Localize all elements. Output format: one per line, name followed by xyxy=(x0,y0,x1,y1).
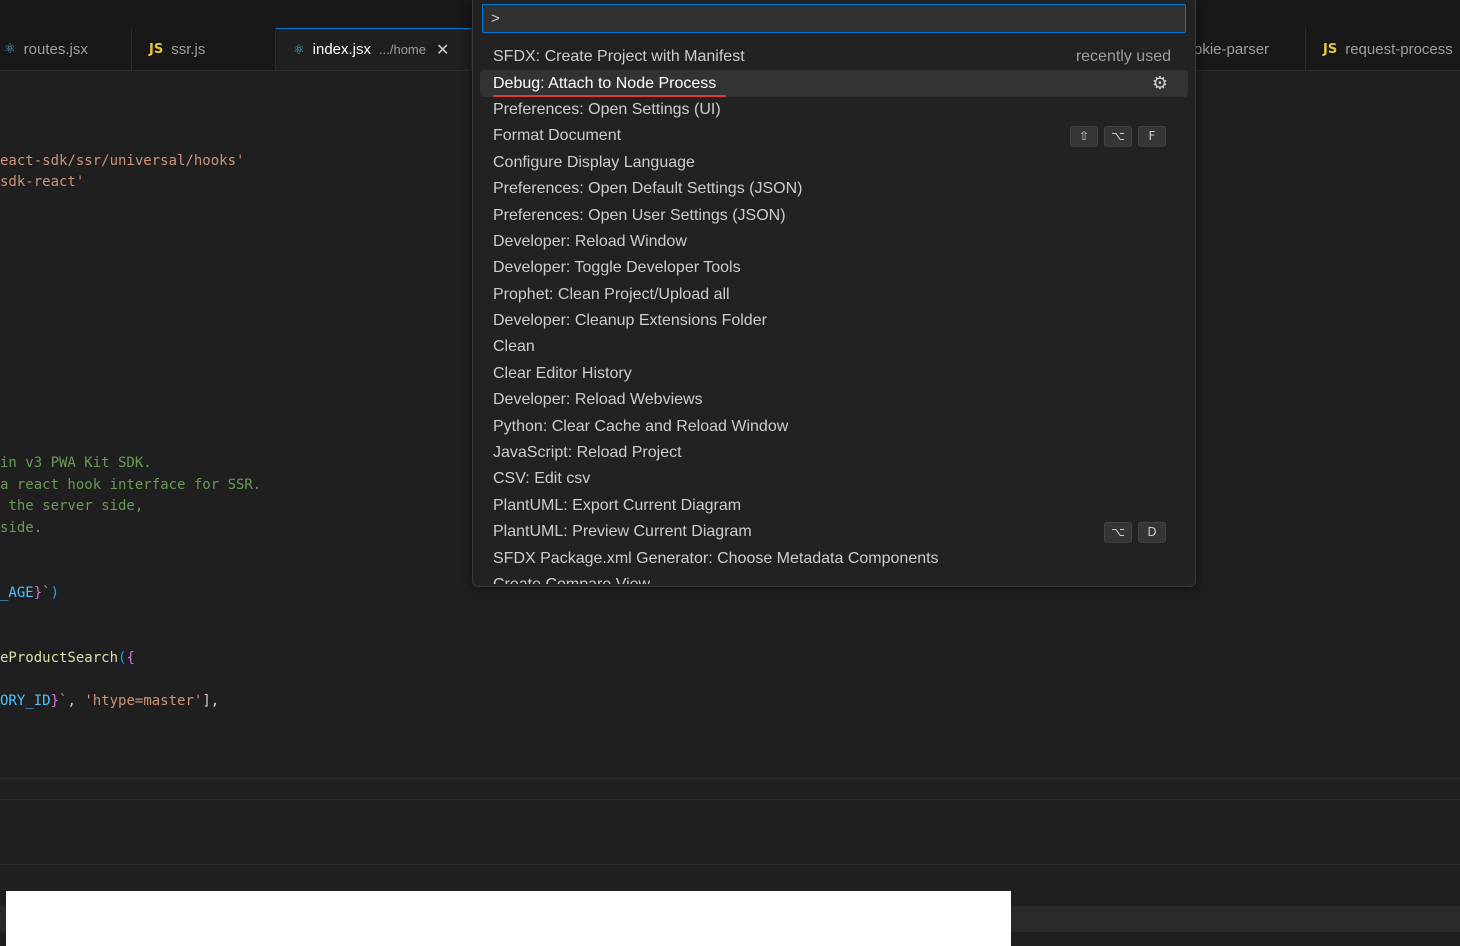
code-token: 'htype=master' xyxy=(84,693,203,709)
command-label: Format Document xyxy=(493,127,622,145)
code-line: eProductSearch({ xyxy=(0,650,135,666)
command-item[interactable]: Developer: Cleanup Extensions Folder xyxy=(480,308,1188,334)
tab-index-jsx[interactable]: ⚛ index.jsx .../home ✕ xyxy=(276,28,472,70)
command-palette-input[interactable] xyxy=(482,4,1186,33)
code-token: , xyxy=(67,693,85,709)
code-token: } xyxy=(33,585,43,601)
command-item[interactable]: PlantUML: Export Current Diagram xyxy=(480,493,1188,519)
code-comment-line: in v3 PWA Kit SDK. xyxy=(0,455,152,471)
command-label: Python: Clear Cache and Reload Window xyxy=(493,417,789,435)
command-item[interactable]: Python: Clear Cache and Reload Window xyxy=(480,413,1188,439)
command-item[interactable]: CSV: Edit csv xyxy=(480,466,1188,492)
command-label: Clear Editor History xyxy=(493,364,632,382)
code-token: ], xyxy=(202,693,220,709)
command-label: Developer: Reload Webviews xyxy=(493,391,703,409)
overlay-box xyxy=(6,891,1011,946)
command-label: PlantUML: Export Current Diagram xyxy=(493,496,742,514)
code-token: _AGE xyxy=(0,585,34,601)
command-item[interactable]: Format Document ⇧ ⌥ F xyxy=(480,123,1188,149)
key-shift: ⇧ xyxy=(1070,125,1098,147)
command-label: PlantUML: Preview Current Diagram xyxy=(493,523,752,541)
code-token: ORY_ID xyxy=(0,693,51,709)
command-item[interactable]: Prophet: Clean Project/Upload all xyxy=(480,282,1188,308)
command-list: SFDX: Create Project with Manifest recen… xyxy=(480,44,1188,584)
code-token: } xyxy=(50,693,60,709)
react-icon: ⚛ xyxy=(4,41,16,56)
command-palette: SFDX: Create Project with Manifest recen… xyxy=(472,0,1196,587)
tab-label: index.jsx xyxy=(312,41,372,58)
command-item[interactable]: SFDX Package.xml Generator: Choose Metad… xyxy=(480,545,1188,571)
key-option: ⌥ xyxy=(1104,125,1132,147)
command-label: SFDX Package.xml Generator: Choose Metad… xyxy=(493,549,939,567)
gear-icon[interactable]: ⚙ xyxy=(1152,73,1168,94)
command-label: Prophet: Clean Project/Upload all xyxy=(493,285,730,303)
code-comment-line: side. xyxy=(0,520,43,536)
code-line: eact-sdk/ssr/universal/hooks' xyxy=(0,153,245,169)
command-item[interactable]: Preferences: Open User Settings (JSON) xyxy=(480,202,1188,228)
command-item[interactable]: JavaScript: Reload Project xyxy=(480,440,1188,466)
command-item[interactable]: Preferences: Open Settings (UI) xyxy=(480,97,1188,123)
command-item[interactable]: Create Compare View xyxy=(480,572,1188,584)
tab-label: request-process xyxy=(1345,40,1453,58)
key-d: D xyxy=(1138,521,1166,543)
code-token: { xyxy=(126,650,135,666)
code-comment-line: the server side, xyxy=(0,498,144,514)
command-item[interactable]: Developer: Toggle Developer Tools xyxy=(480,255,1188,281)
command-label: Configure Display Language xyxy=(493,153,695,171)
command-label: Preferences: Open User Settings (JSON) xyxy=(493,206,786,224)
js-icon: JS xyxy=(1323,41,1338,57)
tab-label: routes.jsx xyxy=(23,40,88,58)
react-icon: ⚛ xyxy=(293,41,305,57)
keybinding: ⇧ ⌥ F xyxy=(1070,123,1166,149)
key-f: F xyxy=(1138,125,1166,147)
command-label: Developer: Toggle Developer Tools xyxy=(493,259,741,277)
panel-divider xyxy=(0,799,1460,800)
panel-divider xyxy=(0,778,1460,779)
command-label: Clean xyxy=(493,338,535,356)
command-label: Debug: Attach to Node Process xyxy=(493,74,727,97)
command-item[interactable]: Clear Editor History xyxy=(480,361,1188,387)
command-item[interactable]: Developer: Reload Window xyxy=(480,229,1188,255)
code-token: ) xyxy=(50,585,60,601)
command-label: Create Compare View xyxy=(493,576,650,584)
code-token: eProductSearch xyxy=(0,650,119,666)
code-line: sdk-react' xyxy=(0,174,85,190)
command-item[interactable]: SFDX: Create Project with Manifest recen… xyxy=(480,44,1188,70)
tab-request-process[interactable]: JS request-process xyxy=(1306,28,1460,70)
tab-label: okie-parser xyxy=(1194,40,1270,58)
command-item[interactable]: Preferences: Open Default Settings (JSON… xyxy=(480,176,1188,202)
command-item[interactable]: Clean xyxy=(480,334,1188,360)
command-label: Preferences: Open Default Settings (JSON… xyxy=(493,180,803,198)
command-label: Developer: Reload Window xyxy=(493,232,687,250)
tab-routes-jsx[interactable]: ⚛ routes.jsx xyxy=(0,28,132,70)
command-label: JavaScript: Reload Project xyxy=(493,444,682,462)
code-line: ORY_ID}`, 'htype=master'], xyxy=(0,693,219,709)
keybinding: ⌥ D xyxy=(1104,519,1166,545)
js-icon: JS xyxy=(149,41,164,57)
key-option: ⌥ xyxy=(1104,521,1132,543)
command-item-selected[interactable]: Debug: Attach to Node Process ⚙ xyxy=(480,70,1188,97)
command-label: Developer: Cleanup Extensions Folder xyxy=(493,312,767,330)
code-comment-line: a react hook interface for SSR. xyxy=(0,477,262,493)
tab-cookie-parser[interactable]: okie-parser xyxy=(1190,28,1306,70)
tab-ssr-js[interactable]: JS ssr.js xyxy=(132,28,276,70)
command-label: SFDX: Create Project with Manifest xyxy=(493,48,745,66)
recently-used-label: recently used xyxy=(1075,48,1171,65)
tab-path: .../home xyxy=(379,42,426,57)
command-item[interactable]: Developer: Reload Webviews xyxy=(480,387,1188,413)
command-label: Preferences: Open Settings (UI) xyxy=(493,100,721,118)
command-label: CSV: Edit csv xyxy=(493,470,591,488)
panel-divider xyxy=(0,864,1460,865)
code-line: _AGE}`) xyxy=(0,585,59,601)
command-item[interactable]: PlantUML: Preview Current Diagram ⌥ D xyxy=(480,519,1188,545)
tab-label: ssr.js xyxy=(171,40,206,58)
code-token: ` xyxy=(42,585,51,601)
command-item[interactable]: Configure Display Language xyxy=(480,150,1188,176)
close-icon[interactable]: ✕ xyxy=(436,40,449,60)
